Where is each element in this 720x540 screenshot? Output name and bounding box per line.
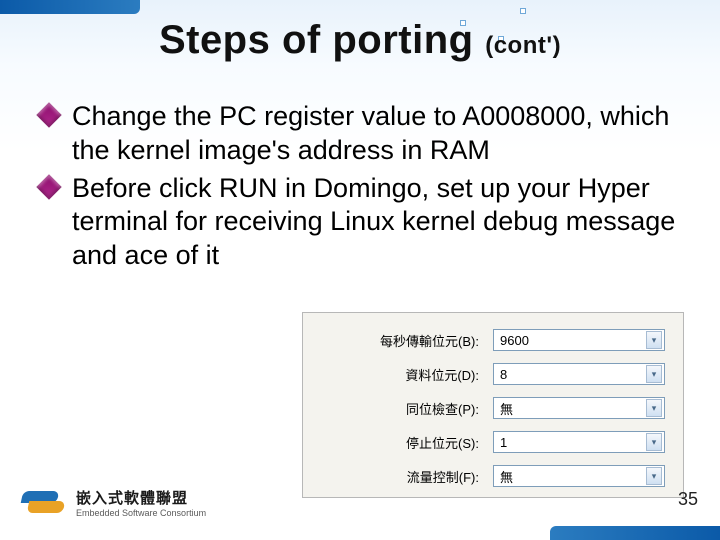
baud-rate-label: 每秒傳輸位元(B): <box>321 331 493 350</box>
logo-icon <box>22 488 66 518</box>
flow-control-label: 流量控制(F): <box>321 467 493 486</box>
decor-corner-bottom <box>550 526 720 540</box>
chevron-down-icon: ▾ <box>646 467 662 485</box>
select-value: 8 <box>500 367 507 382</box>
data-bits-label: 資料位元(D): <box>321 365 493 384</box>
page-number: 35 <box>678 489 698 510</box>
chevron-down-icon: ▾ <box>646 433 662 451</box>
bullet-text: Change the PC register value to A0008000… <box>72 101 669 165</box>
footer-logo: 嵌入式軟體聯盟 Embedded Software Consortium <box>22 487 206 518</box>
decor-corner-top <box>0 0 140 14</box>
select-value: 1 <box>500 435 507 450</box>
slide-title: Steps of porting (cont') <box>0 18 720 63</box>
baud-rate-select[interactable]: 9600 ▾ <box>493 329 665 351</box>
bullet-item: Change the PC register value to A0008000… <box>40 100 680 168</box>
parity-select[interactable]: 無 ▾ <box>493 397 665 419</box>
setting-row: 資料位元(D): 8 ▾ <box>321 361 665 387</box>
parity-label: 同位檢查(P): <box>321 399 493 418</box>
logo-text: 嵌入式軟體聯盟 Embedded Software Consortium <box>76 487 206 518</box>
chevron-down-icon: ▾ <box>646 399 662 417</box>
diamond-bullet-icon <box>36 102 61 127</box>
setting-row: 每秒傳輸位元(B): 9600 ▾ <box>321 327 665 353</box>
logo-text-en: Embedded Software Consortium <box>76 508 206 518</box>
select-value: 無 <box>500 399 513 418</box>
serial-settings-dialog: 每秒傳輸位元(B): 9600 ▾ 資料位元(D): 8 ▾ 同位檢查(P): … <box>302 312 684 498</box>
slide-body: Change the PC register value to A0008000… <box>40 100 680 277</box>
stop-bits-select[interactable]: 1 ▾ <box>493 431 665 453</box>
setting-row: 停止位元(S): 1 ▾ <box>321 429 665 455</box>
select-value: 無 <box>500 467 513 486</box>
chevron-down-icon: ▾ <box>646 331 662 349</box>
setting-row: 流量控制(F): 無 ▾ <box>321 463 665 489</box>
data-bits-select[interactable]: 8 ▾ <box>493 363 665 385</box>
decor-node-icon <box>520 8 526 14</box>
setting-row: 同位檢查(P): 無 ▾ <box>321 395 665 421</box>
bullet-text: Before click RUN in Domingo, set up your… <box>72 173 675 271</box>
title-main: Steps of porting <box>159 18 474 62</box>
diamond-bullet-icon <box>36 174 61 199</box>
flow-control-select[interactable]: 無 ▾ <box>493 465 665 487</box>
slide: Steps of porting (cont') Change the PC r… <box>0 0 720 540</box>
logo-text-cn: 嵌入式軟體聯盟 <box>76 487 206 508</box>
title-cont: (cont') <box>485 32 561 59</box>
stop-bits-label: 停止位元(S): <box>321 433 493 452</box>
chevron-down-icon: ▾ <box>646 365 662 383</box>
select-value: 9600 <box>500 333 529 348</box>
bullet-item: Before click RUN in Domingo, set up your… <box>40 172 680 273</box>
